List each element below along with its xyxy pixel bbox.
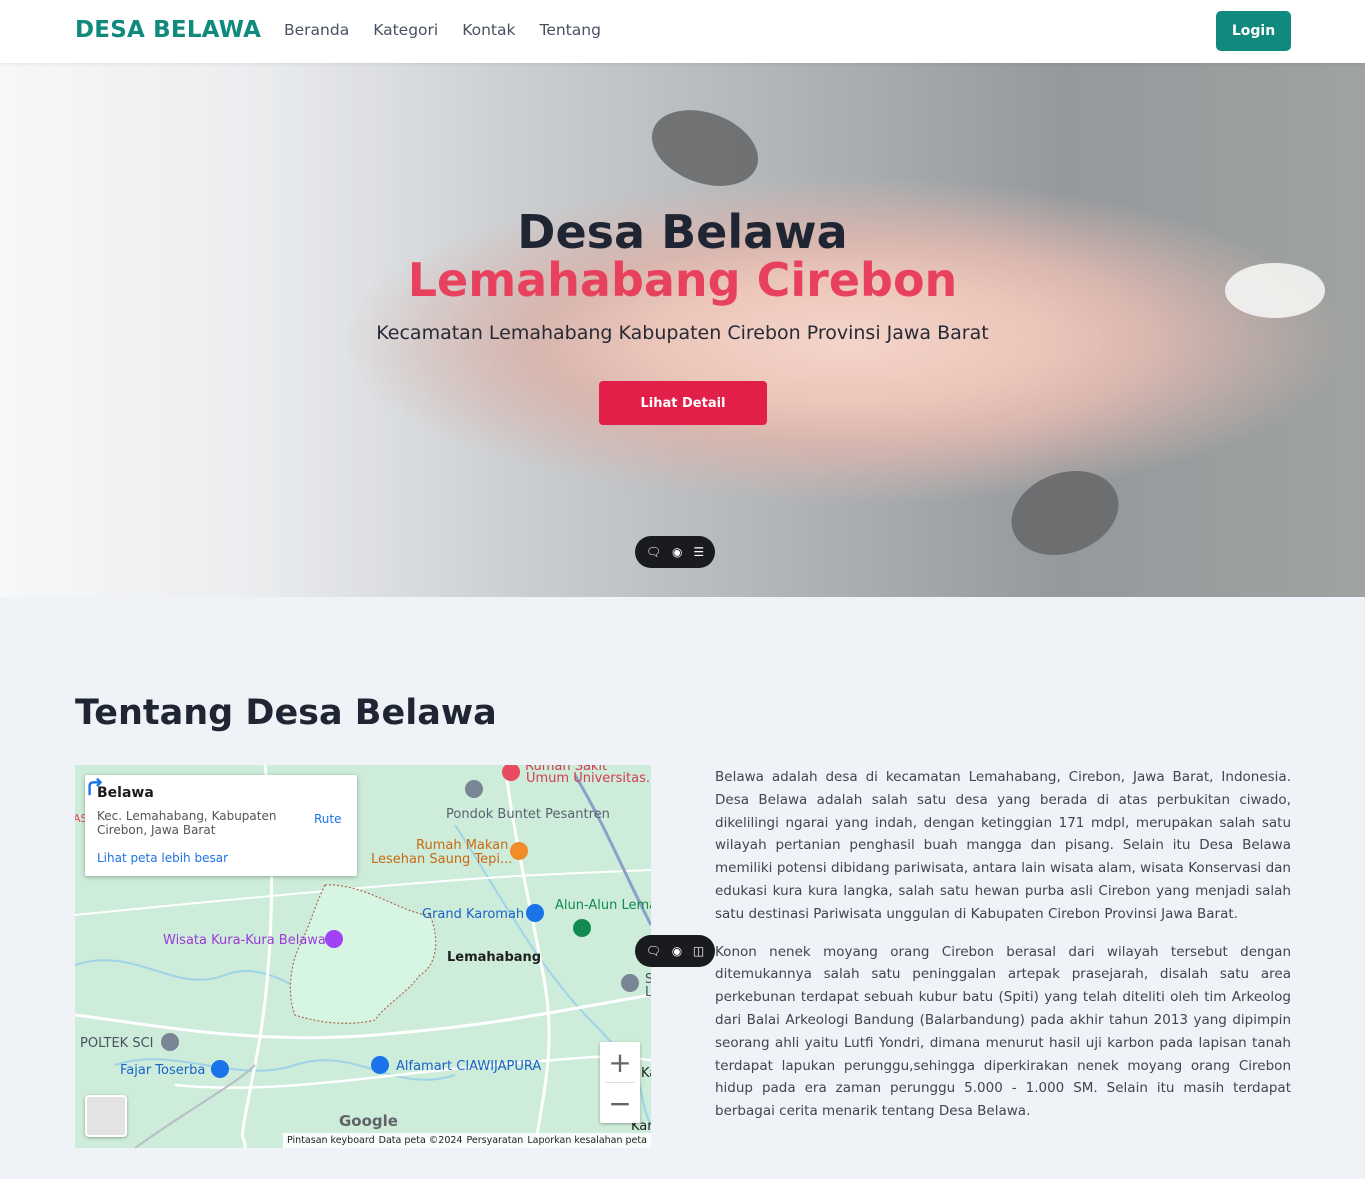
brand-logo[interactable]: DESA BELAWA: [75, 17, 261, 43]
hero-title: Desa Belawa: [517, 205, 848, 259]
lihat-detail-button[interactable]: Lihat Detail: [599, 381, 767, 425]
about-paragraph-2: Konon nenek moyang orang Cirebon berasal…: [715, 943, 1291, 1120]
zoom-in-button[interactable]: +: [600, 1042, 640, 1082]
hero-subtitle: Lemahabang Cirebon: [407, 253, 958, 307]
keyboard-shortcuts-link[interactable]: Pintasan keyboard: [287, 1135, 375, 1146]
nav-link-tentang[interactable]: Tentang: [539, 21, 600, 39]
map-label-fajar: Fajar Toserba: [120, 1063, 206, 1078]
hero-description: Kecamatan Lemahabang Kabupaten Cirebon P…: [376, 322, 989, 344]
nav-link-kategori[interactable]: Kategori: [373, 21, 438, 39]
map-attribution: Pintasan keyboard Data peta ©2024 Persya…: [283, 1133, 651, 1148]
map-info-card: Belawa Kec. Lemahabang, Kabupaten Cirebo…: [85, 775, 357, 876]
terms-link[interactable]: Persyaratan: [466, 1135, 523, 1146]
map-layer-button[interactable]: [85, 1095, 127, 1137]
nav-link-kontak[interactable]: Kontak: [462, 21, 515, 39]
map-label-wisata-kura: Wisata Kura-Kura Belawa: [163, 933, 326, 948]
eye-icon[interactable]: ◉: [672, 944, 682, 958]
google-logo: Google: [339, 1112, 398, 1130]
map-place-address: Kec. Lemahabang, Kabupaten Cirebon, Jawa…: [97, 809, 277, 837]
map-label-edge-l: L: [645, 985, 651, 1000]
login-button[interactable]: Login: [1216, 11, 1291, 51]
list-icon[interactable]: ☰: [693, 545, 704, 559]
map-label-rumah-makan-2: Lesehan Saung Tepi...: [371, 852, 513, 867]
map-label-umum: Umum Universitas...: [526, 771, 651, 786]
larger-map-link[interactable]: Lihat peta lebih besar: [97, 851, 228, 865]
map-label-lemahabang: Lemahabang: [447, 950, 542, 965]
nav-links: Beranda Kategori Kontak Tentang: [284, 21, 625, 39]
navbar: DESA BELAWA Beranda Kategori Kontak Tent…: [0, 0, 1365, 63]
about-title: Tentang Desa Belawa: [75, 693, 497, 733]
map-label-alfamart: Alfamart CIAWIJAPURA: [396, 1059, 542, 1074]
google-map[interactable]: Rumah Sakit Umum Universitas... Pondok B…: [75, 765, 651, 1148]
route-link[interactable]: Rute: [314, 812, 342, 826]
map-label-poltek: POLTEK SCI: [80, 1036, 154, 1051]
map-label-rumah-makan-1: Rumah Makan: [416, 838, 509, 853]
report-error-link[interactable]: Laporkan kesalahan peta: [527, 1135, 647, 1146]
about-paragraph-1: Belawa adalah desa di kecamatan Lemahaba…: [715, 769, 1291, 922]
map-label-ka: Ka: [641, 1066, 651, 1081]
columns-icon[interactable]: ◫: [693, 944, 704, 958]
zoom-out-button[interactable]: −: [600, 1083, 640, 1123]
eye-icon[interactable]: ◉: [672, 545, 682, 559]
map-label-alun-alun: Alun-Alun Lema: [555, 898, 651, 913]
comment-icon[interactable]: 🗨: [646, 944, 661, 958]
comment-icon[interactable]: 🗨: [646, 545, 661, 559]
map-data-text: Data peta ©2024: [378, 1135, 463, 1146]
directions-icon[interactable]: [85, 775, 107, 797]
about-text: Belawa adalah desa di kecamatan Lemahaba…: [715, 766, 1291, 1138]
floating-toolbar: 🗨 ◉ ☰: [635, 536, 715, 568]
nav-link-beranda[interactable]: Beranda: [284, 21, 349, 39]
hero-section: Desa Belawa Lemahabang Cirebon Kecamatan…: [0, 63, 1365, 597]
floating-toolbar: 🗨 ◉ ◫: [635, 935, 715, 967]
map-label-grand-karomah: Grand Karomah: [422, 907, 525, 922]
map-label-pondok: Pondok Buntet Pesantren: [446, 807, 610, 822]
zoom-controls: + −: [600, 1042, 640, 1123]
